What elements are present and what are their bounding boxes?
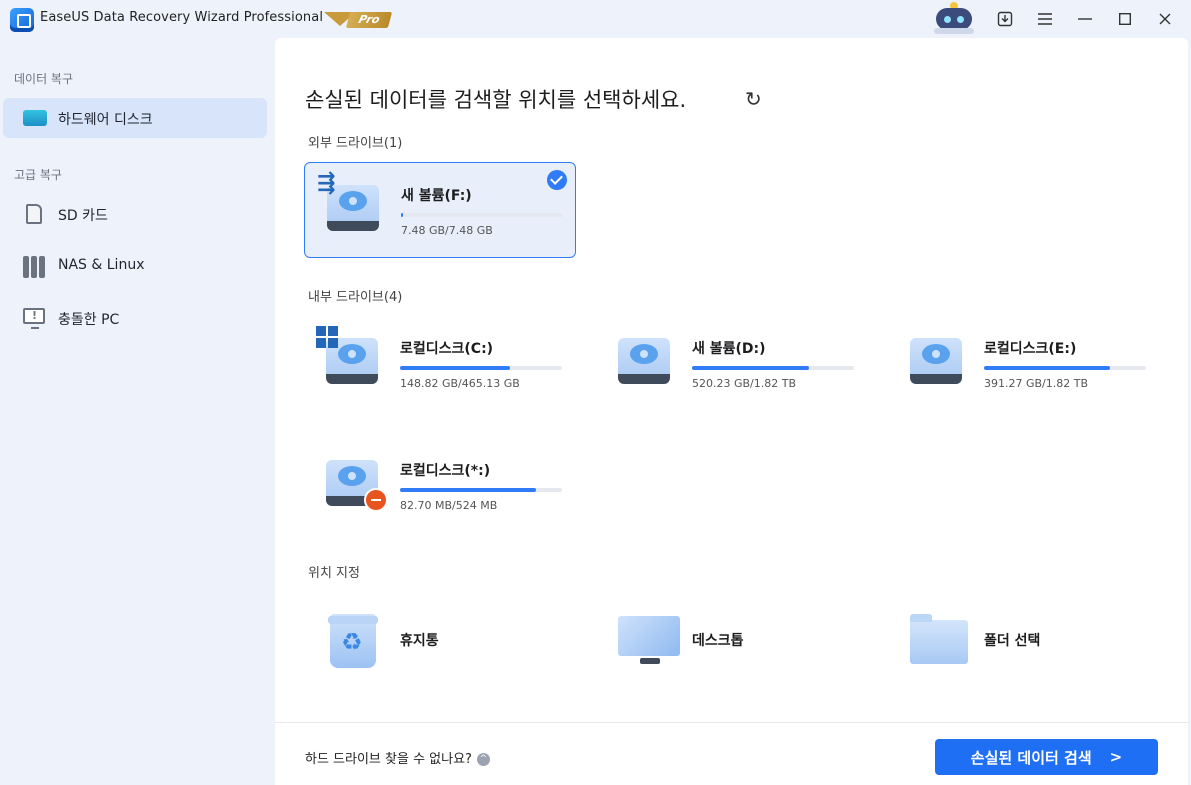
title-bar: EaseUS Data Recovery Wizard Professional…	[0, 0, 1191, 38]
recycle-bin-icon	[326, 614, 382, 668]
drive-name: 로컬디스크(*:)	[400, 463, 491, 479]
drive-card-d[interactable]: 새 볼륨(D:) 520.23 GB/1.82 TB	[596, 316, 868, 412]
hidden-drive-icon	[326, 456, 388, 512]
location-label-text: 휴지통	[400, 633, 439, 649]
sidebar-item-label: 하드웨어 디스크	[58, 112, 153, 128]
drive-size: 82.70 MB/524 MB	[400, 499, 498, 512]
sidebar-item-sd-card[interactable]: SD 카드	[3, 194, 267, 234]
error-badge-icon	[364, 488, 388, 512]
drive-usage-bar	[692, 366, 854, 370]
hard-disk-icon	[23, 110, 47, 126]
pro-badge: Pro	[324, 9, 393, 29]
location-desktop[interactable]: 데스크톱	[596, 608, 856, 672]
drive-name: 새 볼륨(D:)	[692, 341, 766, 357]
scan-button-label: 손실된 데이터 검색	[970, 748, 1092, 767]
app-title: EaseUS Data Recovery Wizard Professional	[40, 10, 324, 25]
location-label-text: 폴더 선택	[984, 633, 1041, 649]
location-label: 위치 지정	[308, 566, 360, 581]
drive-size: 148.82 GB/465.13 GB	[400, 377, 520, 390]
sidebar-item-crashed-pc[interactable]: 충돌한 PC	[3, 298, 267, 338]
sidebar-section-data-recovery: 데이터 복구	[14, 72, 74, 86]
drive-size: 520.23 GB/1.82 TB	[692, 377, 797, 390]
chevron-up-icon: ^	[476, 753, 490, 766]
location-label-text: 데스크톱	[692, 633, 744, 649]
download-icon[interactable]	[992, 6, 1018, 32]
sidebar: 데이터 복구 하드웨어 디스크 고급 복구 SD 카드 NAS & Linux …	[0, 38, 275, 785]
drive-card-hidden[interactable]: 로컬디스크(*:) 82.70 MB/524 MB	[304, 438, 576, 534]
selected-check-icon	[547, 170, 567, 190]
close-icon[interactable]	[1152, 6, 1178, 32]
crashed-pc-icon	[23, 308, 45, 329]
sidebar-item-label: SD 카드	[58, 208, 108, 224]
hard-drive-icon	[618, 334, 670, 386]
system-drive-icon	[316, 326, 378, 386]
hard-drive-icon	[910, 334, 962, 386]
location-recycle-bin[interactable]: 휴지통	[304, 608, 564, 672]
assistant-robot-icon[interactable]	[930, 2, 978, 34]
drive-usage-bar	[400, 366, 562, 370]
sidebar-item-nas-linux[interactable]: NAS & Linux	[3, 246, 267, 286]
folder-icon	[910, 614, 968, 666]
page-title: 손실된 데이터를 검색할 위치를 선택하세요.	[305, 88, 687, 112]
nas-icon	[23, 256, 47, 278]
drive-card-e[interactable]: 로컬디스크(E:) 391.27 GB/1.82 TB	[888, 316, 1160, 412]
internal-drives-label: 내부 드라이브(4)	[308, 290, 403, 305]
drive-name: 로컬디스크(E:)	[984, 341, 1077, 357]
drive-name: 로컬디스크(C:)	[400, 341, 494, 357]
maximize-icon[interactable]	[1112, 6, 1138, 32]
sidebar-section-advanced: 고급 복구	[14, 168, 62, 182]
chevron-right-icon: >	[1109, 748, 1123, 766]
minimize-icon[interactable]	[1072, 6, 1098, 32]
sd-card-icon	[26, 204, 42, 224]
location-select-folder[interactable]: 폴더 선택	[888, 608, 1148, 672]
drive-card-c[interactable]: 로컬디스크(C:) 148.82 GB/465.13 GB	[304, 316, 576, 412]
refresh-icon[interactable]: ↻	[745, 87, 762, 111]
app-logo-icon	[10, 8, 34, 32]
drive-usage-bar	[401, 213, 563, 217]
desktop-icon	[618, 614, 680, 666]
usb-drive-icon: ⇶	[317, 171, 379, 233]
sidebar-item-label: NAS & Linux	[58, 257, 145, 273]
drive-usage-bar	[400, 488, 562, 492]
menu-icon[interactable]	[1032, 6, 1058, 32]
pro-badge-label: Pro	[345, 12, 393, 28]
scan-lost-data-button[interactable]: 손실된 데이터 검색 >	[935, 739, 1158, 775]
drive-card-f[interactable]: ⇶ 새 볼륨(F:) 7.48 GB/7.48 GB	[304, 162, 576, 258]
drive-usage-bar	[984, 366, 1146, 370]
sidebar-item-label: 충돌한 PC	[58, 312, 120, 328]
external-drives-label: 외부 드라이브(1)	[308, 136, 403, 151]
help-link[interactable]: 하드 드라이브 찾을 수 없나요? ^	[305, 748, 490, 767]
footer-divider	[275, 722, 1188, 723]
drive-size: 391.27 GB/1.82 TB	[984, 377, 1089, 390]
sidebar-item-hard-disk[interactable]: 하드웨어 디스크	[3, 98, 267, 138]
drive-size: 7.48 GB/7.48 GB	[401, 224, 493, 237]
drive-name: 새 볼륨(F:)	[401, 188, 472, 204]
help-link-text: 하드 드라이브 찾을 수 없나요?	[305, 752, 472, 767]
main-panel: 손실된 데이터를 검색할 위치를 선택하세요. ↻ 외부 드라이브(1) ⇶ 새…	[275, 38, 1188, 785]
